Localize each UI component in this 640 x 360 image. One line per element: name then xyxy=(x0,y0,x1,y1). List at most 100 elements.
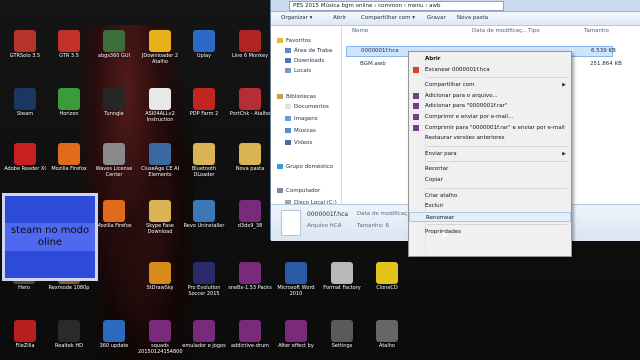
desktop-shortcut[interactable]: Adobe Reader XI xyxy=(3,143,47,172)
desktop-shortcut[interactable]: GTRSolo 3.5 xyxy=(3,30,47,59)
nav-desktop[interactable]: Área de Traba xyxy=(285,48,332,54)
nav-places[interactable]: Locais xyxy=(285,68,311,74)
desktop-shortcut-label: Mozilla Firefox xyxy=(51,166,87,172)
open-button[interactable]: Abrir xyxy=(333,15,346,21)
desktop-shortcut[interactable]: JDownloader 2 Atalho xyxy=(138,30,182,65)
desktop-shortcut-label: Nova pasta xyxy=(235,166,265,172)
desktop-shortcut[interactable]: CluseAge CE AI Elements xyxy=(138,143,182,178)
desktop-shortcut[interactable]: Format Factory xyxy=(320,262,364,291)
menu-item-recortar[interactable]: Recortar xyxy=(409,164,571,174)
column-size[interactable]: Tamanho xyxy=(584,28,609,34)
star-icon xyxy=(277,38,283,43)
nav-pictures[interactable]: Imagens xyxy=(285,116,318,122)
column-type[interactable]: Tipo xyxy=(528,28,540,34)
menu-item-adicionar-para-0000001f-rar[interactable]: Adicionar para "0000001f.rar" xyxy=(409,101,571,111)
app-icon xyxy=(103,320,125,342)
nav-documents[interactable]: Documentos xyxy=(285,104,329,110)
menu-item-criar-atalho[interactable]: Criar atalho xyxy=(409,191,571,201)
column-name[interactable]: Nome xyxy=(352,28,368,34)
nav-computer[interactable]: Computador xyxy=(277,188,320,194)
jdownloader-icon xyxy=(149,30,171,52)
desktop-shortcut[interactable]: PortChk - Atalho xyxy=(228,88,272,117)
desktop-shortcut[interactable]: StDrawSky xyxy=(138,262,182,291)
uplay-icon xyxy=(193,30,215,52)
desktop-shortcut[interactable]: abgs360 GUI xyxy=(92,30,136,59)
desktop-shortcut[interactable]: addictive-drum xyxy=(228,320,272,349)
menu-item-comprimir-para-0000001f-rar-e-enviar-por-e-mail[interactable]: Comprimir para "0000001f.rar" e enviar p… xyxy=(409,123,571,133)
doc-icon xyxy=(149,88,171,110)
menu-item-abrir[interactable]: Abrir xyxy=(409,54,571,64)
menu-item-propriedades[interactable]: Propriedades xyxy=(409,227,571,237)
nav-videos[interactable]: Vídeos xyxy=(285,140,312,146)
menu-item-comprimir-e-enviar-por-e-mail[interactable]: Comprimir e enviar por e-mail... xyxy=(409,112,571,122)
desktop-shortcut[interactable]: Nova pasta xyxy=(228,143,272,172)
organize-button[interactable]: Organizar ▾ xyxy=(281,15,312,21)
desktop-shortcut[interactable]: FileZilla xyxy=(3,320,47,349)
firefox-icon xyxy=(58,143,80,165)
burn-button[interactable]: Gravar xyxy=(427,15,446,21)
column-date[interactable]: Data de modificaç... xyxy=(472,28,527,34)
desktop-shortcut[interactable]: Steam xyxy=(3,88,47,117)
desktop-shortcut[interactable]: After effect by xyxy=(274,320,318,349)
menu-item-label: Recortar xyxy=(425,166,449,173)
desktop-shortcut[interactable]: sne8x-1.53 Packs xyxy=(228,262,272,291)
desktop-shortcut[interactable]: d3dx9_38 xyxy=(228,200,272,229)
portchk-icon xyxy=(239,88,261,110)
desktop-shortcut[interactable]: Bluetooth DLoader xyxy=(182,143,226,178)
menu-item-label: Comprimir para "0000001f.rar" e enviar p… xyxy=(425,124,565,131)
desktop-shortcut[interactable]: PDP Farm 2 xyxy=(182,88,226,117)
desktop-shortcut[interactable]: Pro Evolution Soccer 2015 xyxy=(182,262,226,297)
desktop-shortcut[interactable]: Mozilla Firefox xyxy=(92,200,136,229)
desktop-shortcut[interactable]: Mozilla Firefox xyxy=(47,143,91,172)
desktop-shortcut[interactable]: Microsoft Word 2010 xyxy=(274,262,318,297)
desktop-shortcut-label: Revo Uninstaller xyxy=(183,223,225,229)
desktop-shortcut[interactable]: Atalho xyxy=(365,320,409,349)
new-folder-button[interactable]: Nova pasta xyxy=(457,15,488,21)
file-size: 251.864 KB xyxy=(590,61,622,67)
steam-note-widget[interactable]: steam no modo oline xyxy=(2,193,98,281)
desktop-shortcut[interactable]: CloneCD xyxy=(365,262,409,291)
menu-item-adicionar-para-o-arquivo[interactable]: Adicionar para o arquivo... xyxy=(409,91,571,101)
desktop-shortcut[interactable]: ASI04ALLv2 Instruction xyxy=(138,88,182,123)
address-bar[interactable]: PES 2015 Música bgm online › common › me… xyxy=(271,0,640,12)
share-button[interactable]: Compartilhar com ▾ xyxy=(361,15,415,21)
desktop-shortcut[interactable]: Uplay xyxy=(182,30,226,59)
desktop-shortcut[interactable]: Settings xyxy=(320,320,364,349)
nav-favorites[interactable]: Favoritos xyxy=(277,38,311,44)
menu-item-renomear[interactable]: Renomear xyxy=(409,211,571,222)
homegroup-icon xyxy=(277,164,283,169)
desktop-shortcut-label: ASI04ALLv2 Instruction xyxy=(145,111,175,123)
nav-music[interactable]: Músicas xyxy=(285,128,316,134)
menu-item-enviar-para[interactable]: Enviar para ▶ xyxy=(409,149,571,159)
nav-downloads[interactable]: Downloads xyxy=(285,58,324,64)
nav-libraries[interactable]: Bibliotecas xyxy=(277,94,316,100)
winrar-icon xyxy=(413,114,419,120)
menu-item-restaurar-vers-es-anteriores[interactable]: Restaurar versões anteriores xyxy=(409,133,571,143)
desktop-shortcut[interactable]: Revo Uninstaller xyxy=(182,200,226,229)
menu-separator xyxy=(427,161,567,163)
app-icon xyxy=(149,262,171,284)
desktop-shortcut[interactable]: Tunngle xyxy=(92,88,136,117)
desktop-shortcut[interactable]: 360 update xyxy=(92,320,136,349)
winrar-icon xyxy=(413,103,419,110)
factory-icon xyxy=(331,262,353,284)
computer-icon xyxy=(277,188,283,193)
clonecd-icon xyxy=(376,262,398,284)
gtr-icon xyxy=(58,30,80,52)
desktop-shortcut[interactable]: squads 20150124154800 xyxy=(138,320,183,355)
address-path[interactable]: PES 2015 Música bgm online › common › me… xyxy=(289,1,504,11)
desktop-shortcut-label: 360 update xyxy=(99,343,129,349)
desktop-shortcut[interactable]: Horizon xyxy=(47,88,91,117)
menu-item-copiar[interactable]: Copiar xyxy=(409,175,571,185)
menu-item-escanear-0000001f-hca[interactable]: Escanear 0000001f.hca xyxy=(409,65,571,75)
desktop-shortcut[interactable]: emulador e jogos xyxy=(182,320,226,349)
desktop-shortcut[interactable]: Realtek HD xyxy=(47,320,91,349)
nav-homegroup[interactable]: Grupo doméstico xyxy=(277,164,333,170)
menu-item-compartilhar-com[interactable]: Compartilhar com ▶ xyxy=(409,80,571,90)
desktop-shortcut[interactable]: Line 6 Monkey xyxy=(228,30,272,59)
desktop-shortcut[interactable]: GTR 3.5 xyxy=(47,30,91,59)
folder-icon xyxy=(239,143,261,165)
desktop-shortcut[interactable]: Waves License Center xyxy=(92,143,136,178)
menu-item-excluir[interactable]: Excluir xyxy=(409,201,571,211)
desktop-shortcut[interactable]: Skype Fase Download xyxy=(138,200,182,235)
